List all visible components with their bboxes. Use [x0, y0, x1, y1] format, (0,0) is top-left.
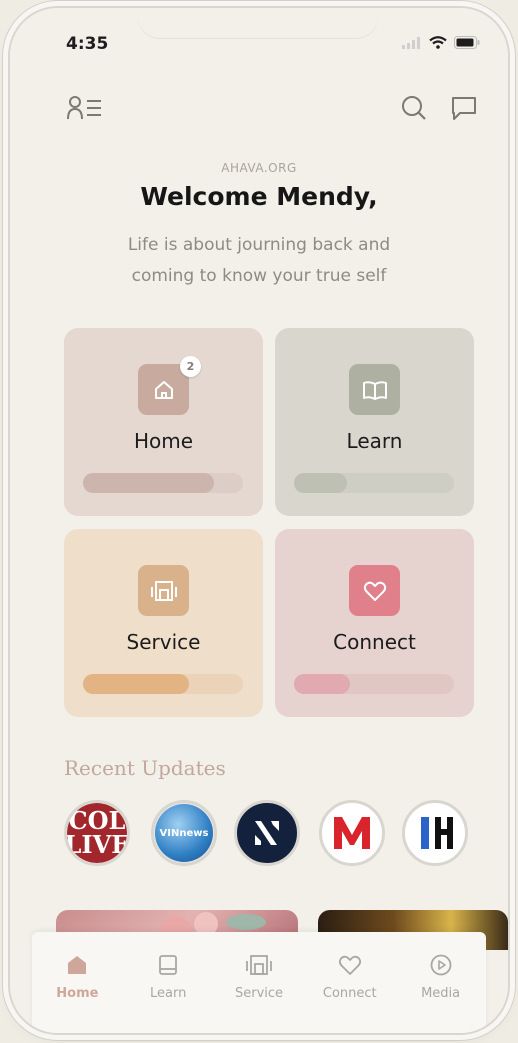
search-button[interactable]: [396, 90, 432, 126]
bottom-nav: Home Learn Service Connect Media: [32, 932, 486, 1033]
card-service-label: Service: [126, 630, 201, 654]
connect-heart-icon: [338, 955, 361, 975]
play-circle-icon: [430, 954, 451, 976]
nav-service-label: Service: [234, 986, 284, 1001]
card-home-progress-fill: [83, 473, 215, 493]
nav-home[interactable]: Home: [32, 932, 123, 1033]
avatar-m-logo[interactable]: [319, 800, 385, 866]
chabad-logo-icon: [421, 817, 453, 849]
card-home-progress: [83, 473, 243, 493]
nav-learn-label: Learn: [150, 986, 187, 1001]
card-connect-tile: [349, 565, 400, 616]
service-icon: [150, 580, 177, 601]
card-connect-label: Connect: [333, 630, 416, 654]
chat-icon: [452, 97, 476, 120]
nav-media[interactable]: Media: [395, 932, 486, 1033]
learn-book-icon: [159, 955, 178, 975]
status-time: 4:35: [66, 34, 109, 54]
m-logo-icon: [334, 817, 370, 849]
status-icons: [402, 36, 480, 49]
nav-learn[interactable]: Learn: [123, 932, 214, 1033]
welcome-heading: Welcome Mendy,: [140, 182, 378, 211]
book-icon: [362, 380, 387, 400]
app-screen: 4:35 AHAVA.ORG Welcome Mendy, Life is ab…: [10, 8, 508, 1033]
search-icon: [402, 96, 426, 120]
card-connect-progress-fill: [294, 674, 350, 694]
battery-icon: [454, 36, 480, 49]
card-service[interactable]: Service: [64, 529, 263, 717]
card-learn[interactable]: Learn: [275, 328, 474, 516]
avatar-chabad-logo[interactable]: [402, 800, 468, 866]
recent-updates-title: Recent Updates: [64, 756, 226, 780]
card-learn-progress-fill: [294, 473, 347, 493]
n-logo-icon: [255, 821, 279, 845]
org-label: AHAVA.ORG: [221, 161, 297, 175]
signal-icon: [402, 36, 420, 49]
house-icon: [154, 380, 173, 399]
wifi-icon: [429, 36, 447, 49]
avatar-collive[interactable]: COL LIVE: [64, 800, 130, 866]
card-home-label: Home: [133, 429, 194, 453]
card-service-progress: [83, 674, 243, 694]
nav-home-label: Home: [56, 986, 99, 1001]
avatar-vinnews-text: VINnews: [159, 827, 209, 839]
card-service-tile: [138, 565, 189, 616]
avatar-collive-line2: LIVE: [64, 830, 130, 859]
avatar-n-logo[interactable]: [234, 800, 300, 866]
home-icon: [68, 956, 87, 974]
messages-button[interactable]: [446, 90, 482, 126]
profile-menu-button[interactable]: [62, 90, 108, 126]
card-service-progress-fill: [83, 674, 189, 694]
service-nav-icon: [246, 955, 272, 975]
avatar-vinnews[interactable]: VINnews: [151, 800, 217, 866]
welcome-subtitle: Life is about journing back and coming t…: [127, 235, 391, 286]
nav-service[interactable]: Service: [214, 932, 305, 1033]
notification-badge: 2: [180, 356, 201, 377]
nav-connect[interactable]: Connect: [304, 932, 395, 1033]
card-learn-label: Learn: [346, 429, 403, 453]
card-learn-progress: [294, 473, 454, 493]
card-home[interactable]: 2 Home: [64, 328, 263, 516]
card-connect[interactable]: Connect: [275, 529, 474, 717]
phone-frame: 4:35 AHAVA.ORG Welcome Mendy, Life is ab…: [10, 8, 508, 1033]
card-connect-progress: [294, 674, 454, 694]
nav-connect-label: Connect: [322, 986, 377, 1001]
device-notch: [138, 8, 378, 38]
heart-icon: [363, 581, 386, 601]
profile-list-icon: [67, 96, 101, 120]
nav-media-label: Media: [421, 986, 461, 1001]
card-learn-tile: [349, 364, 400, 415]
